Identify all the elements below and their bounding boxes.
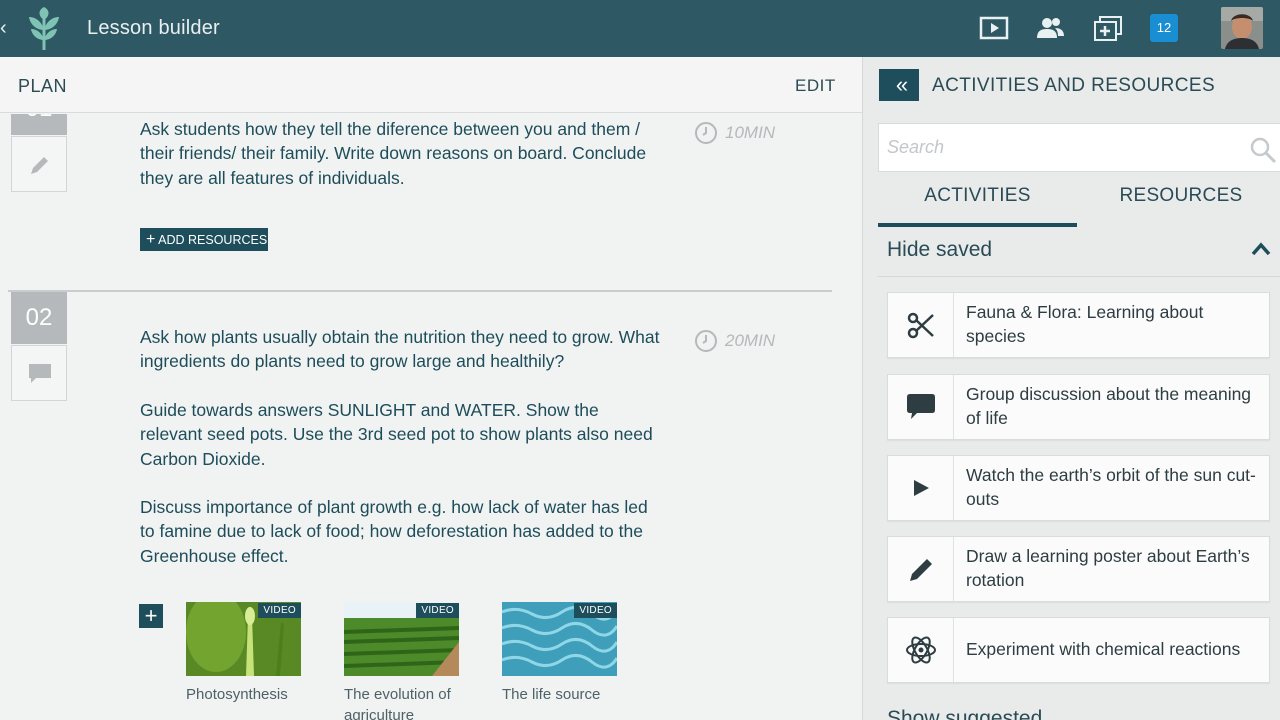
tab-resources[interactable]: RESOURCES <box>1081 185 1280 227</box>
add-resources-button[interactable]: + ADD RESOURCES <box>140 228 268 251</box>
video-tag: VIDEO <box>574 603 617 618</box>
scissors-icon <box>907 312 934 339</box>
plan-body: 01 Ask students how they tell the difere… <box>0 114 862 720</box>
step-type-discussion[interactable] <box>11 345 67 401</box>
add-media-button[interactable]: + <box>139 604 163 628</box>
panel-header: « ACTIVITIES AND RESOURCES <box>863 57 1280 113</box>
media-caption: The life source <box>502 686 601 703</box>
step-divider <box>8 290 832 292</box>
step-paragraph: Discuss importance of plant growth e.g. … <box>140 497 648 566</box>
activity-card[interactable]: Fauna & Flora: Learning about species <box>887 292 1270 358</box>
step-number: 01 <box>11 114 67 135</box>
people-icon[interactable] <box>1035 14 1065 42</box>
leaf-logo-icon[interactable] <box>24 6 64 52</box>
activity-card[interactable]: Group discussion about the meaning of li… <box>887 374 1270 440</box>
top-bar: ‹ Lesson builder 12 <box>0 0 1280 57</box>
edit-button[interactable]: EDIT <box>795 76 836 96</box>
plan-header: PLAN EDIT <box>0 57 862 113</box>
add-resources-label: ADD RESOURCES <box>158 233 268 247</box>
media-caption: Photosynthesis <box>186 686 288 703</box>
speech-bubble-icon <box>907 394 935 419</box>
activity-label: Group discussion about the meaning of li… <box>966 384 1252 428</box>
activity-icon-box <box>888 618 954 682</box>
step-number: 02 <box>11 292 67 344</box>
user-avatar[interactable] <box>1221 7 1263 49</box>
step-time-label: 20MIN <box>725 331 776 350</box>
search-box <box>878 123 1280 172</box>
activity-label: Experiment with chemical reactions <box>966 639 1241 659</box>
step-paragraph: Ask how plants usually obtain the nutrit… <box>140 327 660 372</box>
activity-card[interactable]: Experiment with chemical reactions <box>887 617 1270 683</box>
pencil-icon <box>31 157 48 174</box>
present-icon[interactable] <box>979 14 1009 42</box>
hide-saved-toggle[interactable]: Hide saved <box>887 238 992 262</box>
video-tag: VIDEO <box>416 603 459 618</box>
pencil-icon <box>910 559 932 581</box>
activities-resources-panel: « ACTIVITIES AND RESOURCES ACTIVITIES RE… <box>862 57 1280 720</box>
app-title: Lesson builder <box>87 17 220 39</box>
collapse-panel-button[interactable]: « <box>879 69 919 101</box>
notification-badge[interactable]: 12 <box>1150 14 1178 42</box>
activity-icon-box <box>888 293 954 357</box>
activity-label: Fauna & Flora: Learning about species <box>966 302 1204 346</box>
plan-title: PLAN <box>18 76 68 96</box>
activity-icon-box <box>888 375 954 439</box>
activity-label: Draw a learning poster about Earth’s rot… <box>966 546 1250 590</box>
step-time-label: 10MIN <box>725 123 776 142</box>
speech-bubble-icon <box>29 364 51 383</box>
tab-activities[interactable]: ACTIVITIES <box>878 185 1077 227</box>
video-thumbnail[interactable]: VIDEO <box>186 602 301 676</box>
play-icon <box>914 480 929 496</box>
search-icon[interactable] <box>1249 136 1277 164</box>
step-paragraph: Guide towards answers SUNLIGHT and WATER… <box>140 400 653 469</box>
chevron-up-icon[interactable] <box>1251 241 1271 257</box>
media-item[interactable]: VIDEO The life source <box>502 602 617 705</box>
activity-icon-box <box>888 537 954 601</box>
atom-icon <box>906 636 936 664</box>
step-type-pencil[interactable] <box>11 136 67 192</box>
clock-icon <box>695 330 717 352</box>
show-suggested-toggle[interactable]: Show suggested <box>887 707 1042 720</box>
video-thumbnail[interactable]: VIDEO <box>344 602 459 676</box>
media-item[interactable]: VIDEO Photosynthesis <box>186 602 301 705</box>
activity-icon-box <box>888 456 954 520</box>
video-tag: VIDEO <box>258 603 301 618</box>
add-window-icon[interactable] <box>1093 14 1123 42</box>
step-text: Ask students how they tell the diference… <box>140 119 647 188</box>
activity-card[interactable]: Watch the earth’s orbit of the sun cut-o… <box>887 455 1270 521</box>
back-chevron-icon[interactable]: ‹ <box>0 18 10 38</box>
clock-icon <box>695 122 717 144</box>
search-input[interactable] <box>879 124 1239 171</box>
activity-card[interactable]: Draw a learning poster about Earth’s rot… <box>887 536 1270 602</box>
plus-icon: + <box>146 231 156 248</box>
section-divider <box>878 276 1280 277</box>
media-caption: The evolution of agriculture <box>344 686 451 720</box>
media-item[interactable]: VIDEO The evolution of agriculture <box>344 602 459 720</box>
panel-title: ACTIVITIES AND RESOURCES <box>932 75 1216 96</box>
activity-label: Watch the earth’s orbit of the sun cut-o… <box>966 465 1256 509</box>
video-thumbnail[interactable]: VIDEO <box>502 602 617 676</box>
